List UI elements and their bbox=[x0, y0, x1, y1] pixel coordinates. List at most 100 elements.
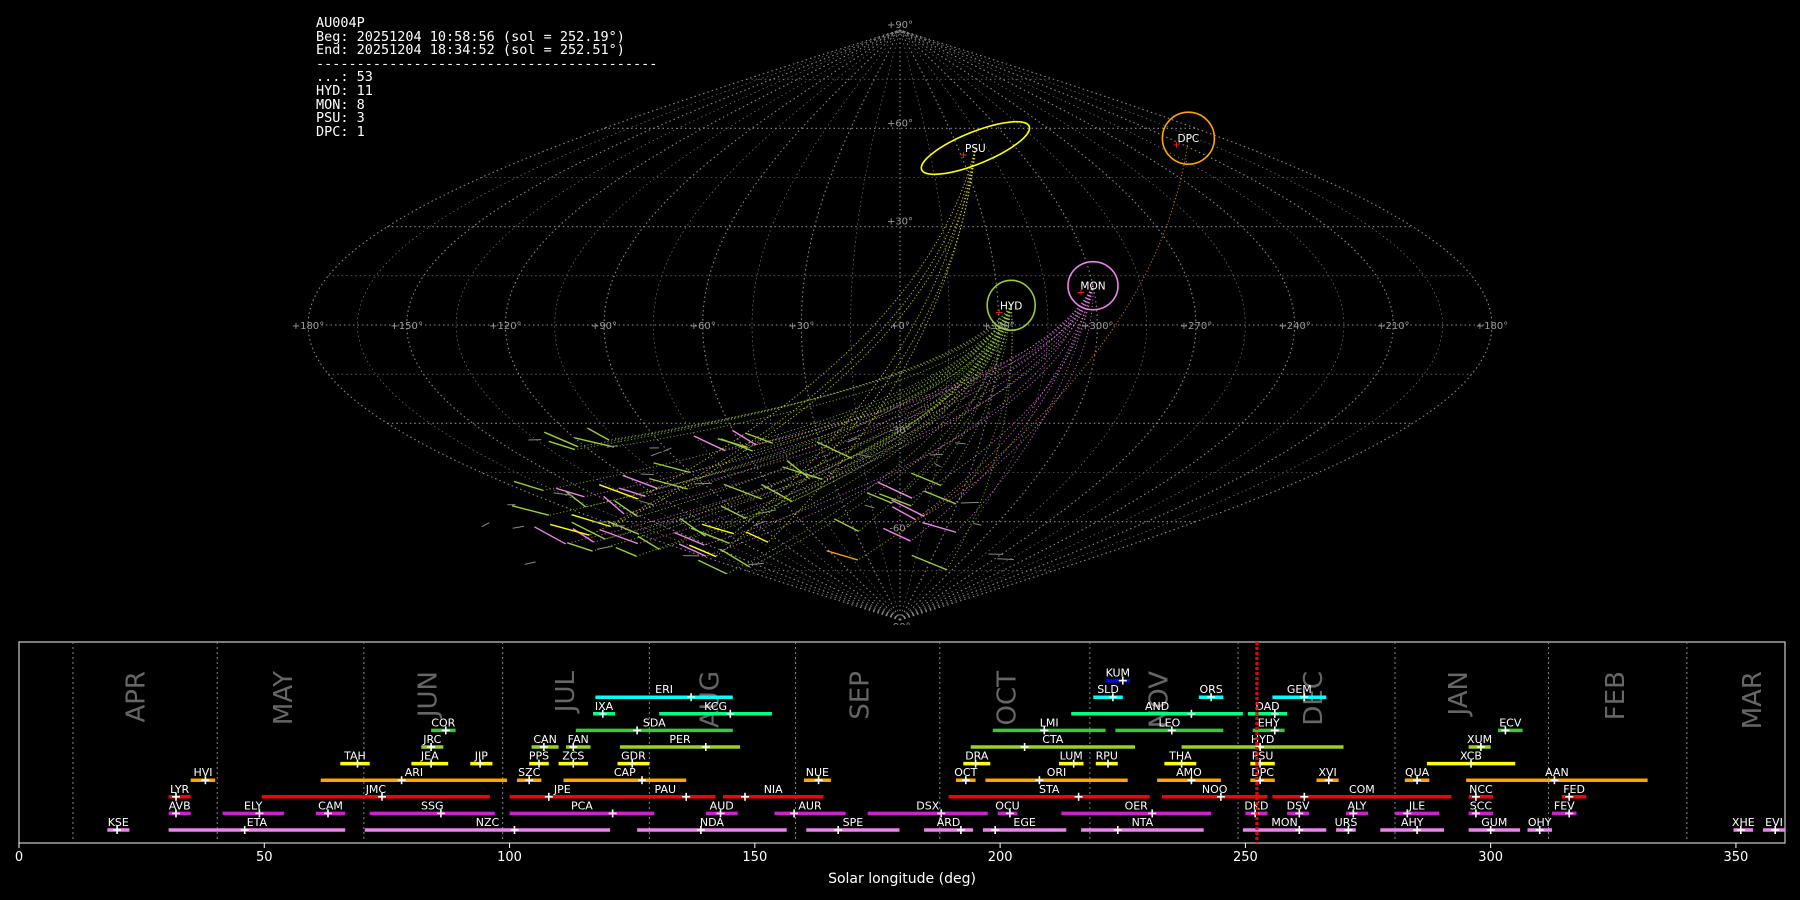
month-label: MAR bbox=[1738, 671, 1768, 729]
shower-code: AUR bbox=[798, 799, 822, 812]
shower-bar-nzc: NZC bbox=[364, 816, 611, 834]
shower-code: DKD bbox=[1244, 799, 1268, 812]
shower-code: TAH bbox=[343, 750, 366, 763]
meteor-segment bbox=[693, 435, 726, 452]
shower-bar-jip: JIP bbox=[470, 750, 493, 768]
shower-bar-rpu: RPU bbox=[1096, 750, 1118, 768]
shower-code: KUM bbox=[1106, 667, 1130, 680]
sporadic-meteor bbox=[748, 562, 765, 566]
shower-bar-dsx: DSX bbox=[867, 799, 988, 818]
shower-bar-xum: XUM bbox=[1467, 733, 1492, 751]
meteor-trail bbox=[589, 147, 976, 536]
lon-tick-label: +180° bbox=[1476, 321, 1508, 332]
shower-code: STA bbox=[1039, 783, 1060, 796]
shower-code: FED bbox=[1563, 783, 1585, 796]
meteor-trail bbox=[542, 305, 1012, 491]
sporadic-meteor bbox=[524, 561, 536, 565]
shower-code: SSG bbox=[421, 799, 444, 812]
shower-bar-hyd: HYD bbox=[1181, 733, 1344, 751]
meteor-segment bbox=[550, 523, 590, 536]
radiant-sky-map: PSU+DPC+HYD+MON+ +90°+60°+30°-30°-60°-90… bbox=[292, 20, 1508, 625]
lon-tick-label: +0° bbox=[890, 321, 910, 332]
shower-code: LMI bbox=[1040, 716, 1059, 729]
shower-code: EHY bbox=[1258, 716, 1280, 729]
shower-bar-nue: NUE bbox=[803, 766, 831, 785]
meteor-segment bbox=[732, 429, 757, 446]
meteor-trail bbox=[687, 305, 1012, 490]
shower-code: CTA bbox=[1042, 733, 1064, 746]
shower-code: ECV bbox=[1499, 716, 1522, 729]
shower-bar-kum: KUM bbox=[1106, 667, 1131, 685]
sporadic-meteor bbox=[997, 558, 1014, 560]
shower-bar-and: AND bbox=[1071, 700, 1243, 718]
shower-code: SZC bbox=[518, 766, 541, 779]
shower-code: OCT bbox=[954, 766, 977, 779]
meteor-segment bbox=[572, 528, 594, 543]
sporadic-meteor bbox=[960, 501, 979, 504]
shower-code: PER bbox=[669, 733, 691, 746]
shower-code: AHY bbox=[1401, 816, 1424, 829]
shower-code: SPE bbox=[843, 816, 864, 829]
x-tick-label: 200 bbox=[988, 850, 1013, 865]
shower-code: ORI bbox=[1047, 766, 1067, 779]
shower-code: RPU bbox=[1096, 750, 1118, 763]
shower-code: URS bbox=[1335, 816, 1358, 829]
shower-bar-spe: SPE bbox=[806, 816, 900, 834]
radiant-marker: + bbox=[959, 150, 967, 161]
shower-code: NOO bbox=[1202, 783, 1228, 796]
shower-bar-com: COM bbox=[1272, 783, 1452, 801]
meteor-trails bbox=[481, 138, 1189, 575]
shower-bar-sld: SLD bbox=[1093, 683, 1123, 702]
shower-bar-jmc: JMC bbox=[261, 783, 490, 801]
shower-code: SCC bbox=[1470, 799, 1493, 812]
lat-tick-label: +30° bbox=[887, 217, 913, 228]
meteor-trail bbox=[747, 305, 1012, 448]
shower-code: FAN bbox=[568, 733, 589, 746]
shower-code: NZC bbox=[476, 816, 500, 829]
meteor-segment bbox=[674, 532, 705, 546]
shower-bar-psu: PSU bbox=[1250, 750, 1275, 768]
shower-bar-ori: ORI bbox=[985, 766, 1128, 785]
shower-bar-aur: AUR bbox=[774, 799, 846, 818]
meteor-segment bbox=[615, 546, 637, 557]
shower-counts: ...: 53 HYD: 11 MON: 8 PSU: 3 DPC: 1 bbox=[316, 69, 373, 139]
shower-bar-ixa: IXA bbox=[593, 700, 615, 718]
shower-code: ORS bbox=[1199, 683, 1222, 696]
shower-bar-ari: ARI bbox=[320, 766, 508, 785]
shower-code: OHY bbox=[1528, 816, 1552, 829]
shower-code: GUM bbox=[1481, 816, 1507, 829]
shower-code: NTA bbox=[1132, 816, 1154, 829]
shower-bar-szc: SZC bbox=[516, 766, 542, 785]
lon-tick-label: +60° bbox=[690, 321, 716, 332]
shower-bar-jle: JLE bbox=[1395, 799, 1440, 818]
shower-code: DAD bbox=[1255, 700, 1279, 713]
meteor-trail bbox=[733, 147, 976, 535]
lat-tick-label: -30° bbox=[889, 425, 910, 436]
shower-code: LEO bbox=[1159, 716, 1181, 729]
shower-bar-cta: CTA bbox=[970, 733, 1135, 751]
shower-code: LYR bbox=[170, 783, 189, 796]
shower-code: XCB bbox=[1460, 750, 1482, 763]
shower-count: DPC: 1 bbox=[316, 123, 365, 140]
month-label: MAY bbox=[269, 671, 299, 725]
shower-bar-cor: COR bbox=[431, 716, 456, 735]
radiant-label: PSU bbox=[965, 143, 986, 155]
shower-bar-jea: JEA bbox=[411, 750, 449, 768]
shower-bar-tha: THA bbox=[1164, 750, 1197, 768]
shower-bar-sta: STA bbox=[948, 783, 1150, 801]
shower-bar-hvi: HVI bbox=[190, 766, 216, 785]
shower-code: DSX bbox=[916, 799, 939, 812]
shower-code: OER bbox=[1125, 799, 1149, 812]
shower-bar-xhe: XHE bbox=[1732, 816, 1755, 834]
shower-code: SDA bbox=[643, 716, 666, 729]
shower-bar-aan: AAN bbox=[1466, 766, 1648, 785]
shower-code: NUE bbox=[806, 766, 829, 779]
shower-bar-ahy: AHY bbox=[1380, 816, 1445, 834]
shower-bar-ocu: OCU bbox=[995, 799, 1020, 818]
shower-code: ERI bbox=[655, 683, 673, 696]
month-label: FEB bbox=[1601, 671, 1631, 720]
shower-code: AMO bbox=[1176, 766, 1202, 779]
shower-bars: KUM ERI SLD ORS GEM IXA KCG AND DAD COR SDA LMI LEO E… bbox=[107, 667, 1785, 834]
meteor-trail bbox=[548, 305, 1012, 516]
radiant-marker: + bbox=[1172, 140, 1180, 151]
